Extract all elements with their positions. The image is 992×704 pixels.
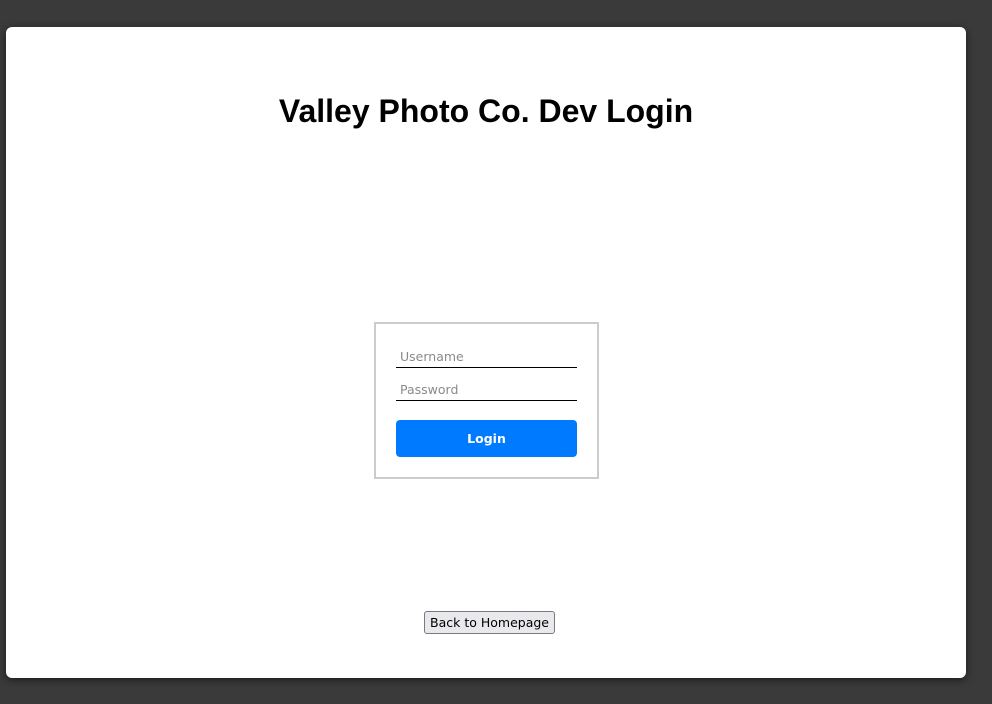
login-button[interactable]: Login — [396, 420, 577, 457]
browser-window: Valley Photo Co. Dev Login Login Back to… — [6, 27, 966, 678]
login-form: Login — [374, 322, 599, 479]
password-input[interactable] — [396, 379, 577, 401]
page-title: Valley Photo Co. Dev Login — [278, 93, 694, 129]
username-input[interactable] — [396, 346, 577, 368]
back-to-homepage-button[interactable]: Back to Homepage — [424, 611, 555, 634]
